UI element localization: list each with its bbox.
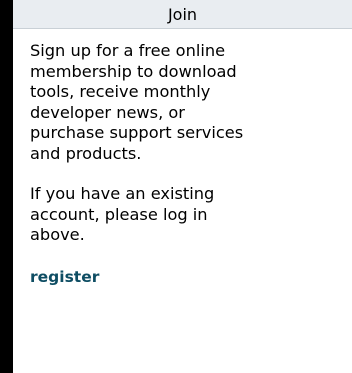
- panel-title: Join: [13, 0, 352, 29]
- login-text: If you have an existing account, please …: [30, 184, 215, 244]
- register-link[interactable]: register: [30, 268, 99, 286]
- join-panel: Join Sign up for a free online membershi…: [13, 0, 352, 373]
- intro-text: Sign up for a free online membership to …: [30, 41, 244, 163]
- panel-body: Sign up for a free online membership to …: [13, 29, 352, 286]
